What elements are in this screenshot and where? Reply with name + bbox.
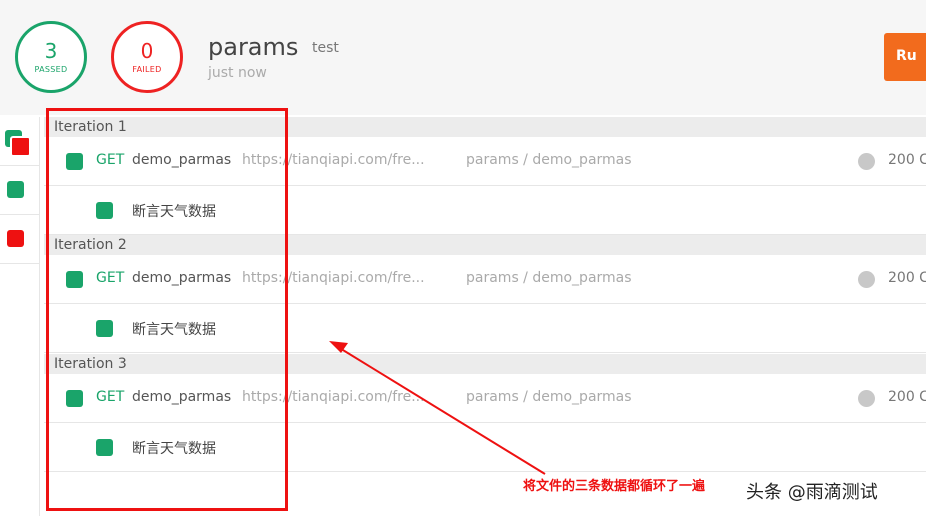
annotation-arrow (329, 341, 546, 475)
watermark-text: 头条 @雨滴测试 (746, 482, 878, 503)
annotation-text: 将文件的三条数据都循环了一遍 (521, 475, 708, 494)
